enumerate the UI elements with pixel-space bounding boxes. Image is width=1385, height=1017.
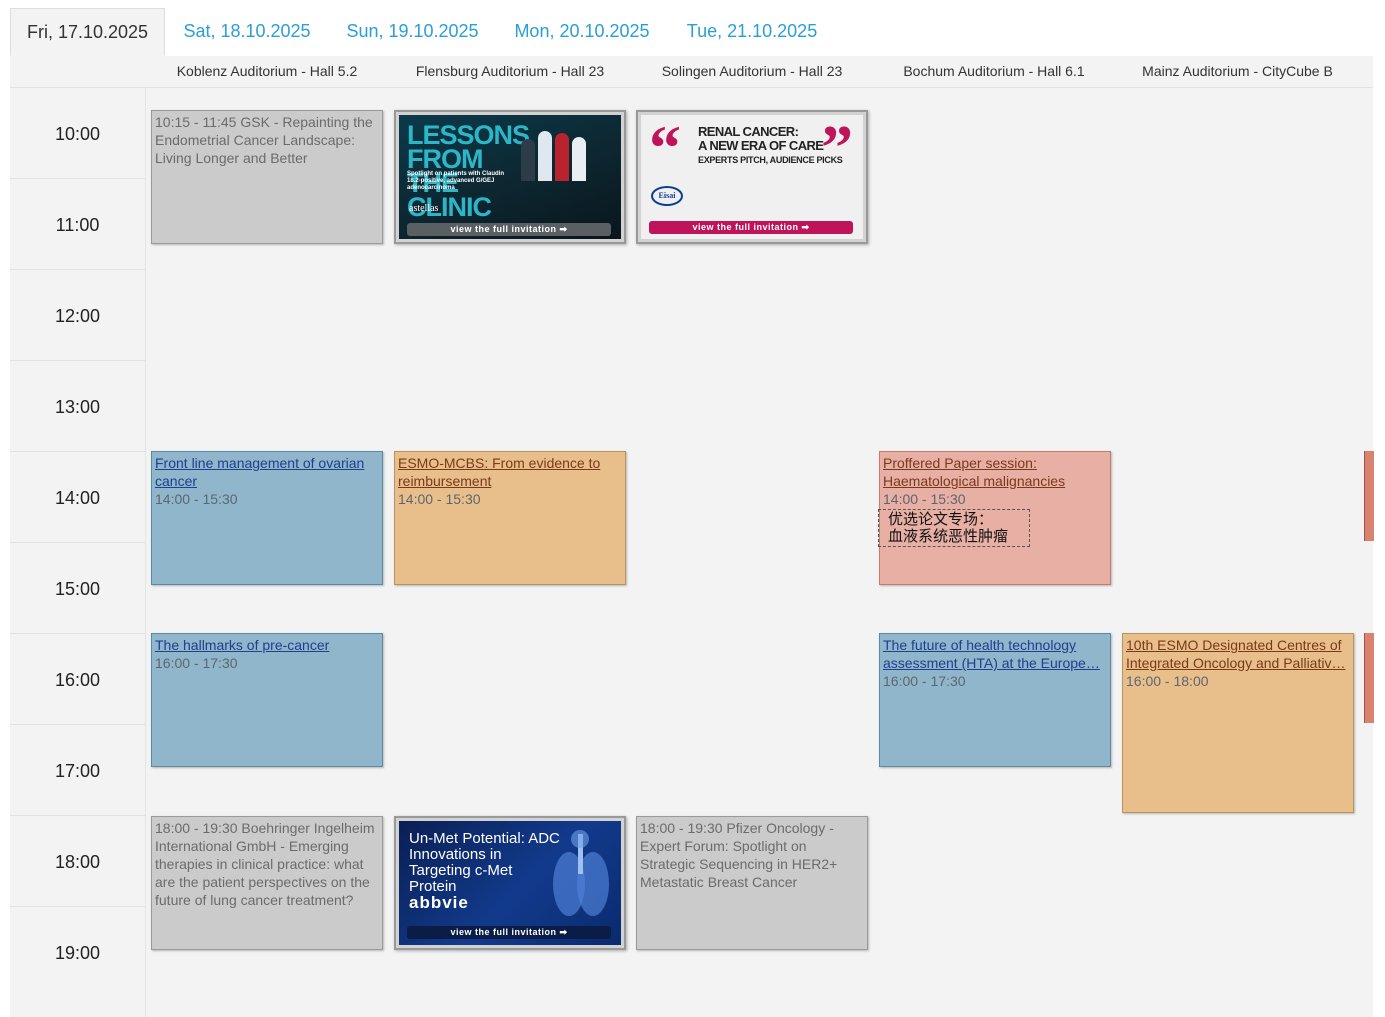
event-boehringer[interactable]: 18:00 - 19:30 Boehringer Ingelheim Inter… bbox=[151, 816, 383, 950]
translation-line2: 血液系统恶性肿瘤 bbox=[888, 527, 1009, 545]
time-label: 13:00 bbox=[54, 397, 101, 417]
event-hta-time: 16:00 - 17:30 bbox=[883, 673, 966, 689]
time-label: 14:00 bbox=[54, 488, 101, 508]
astellas-banner-image: LESSONS FROM THE CLINIC Spotlight on pat… bbox=[399, 115, 621, 239]
translation-line1: 优选论文专场： bbox=[888, 510, 994, 528]
tab-sun[interactable]: Sun, 19.10.2025 bbox=[329, 8, 496, 56]
event-esmo-centres-title-line1[interactable]: 10th ESMO Designated Centres of bbox=[1126, 636, 1350, 654]
event-proffered-time: 14:00 - 15:30 bbox=[883, 491, 966, 507]
time-label: 10:00 bbox=[54, 124, 101, 144]
time-slot: 18:00 bbox=[10, 816, 145, 907]
tab-mon[interactable]: Mon, 20.10.2025 bbox=[496, 8, 668, 56]
time-slot: 19:00 bbox=[10, 907, 145, 998]
event-precancer-title[interactable]: The hallmarks of pre-cancer bbox=[155, 636, 379, 654]
event-partial-right[interactable] bbox=[1364, 451, 1374, 541]
room-header-bochum: Bochum Auditorium - Hall 6.1 bbox=[903, 63, 1085, 79]
event-pfizer-text: 18:00 - 19:30 Pfizer Oncology - Expert F… bbox=[640, 820, 838, 890]
time-slot: 10:00 bbox=[10, 88, 145, 179]
event-astellas-banner[interactable]: LESSONS FROM THE CLINIC Spotlight on pat… bbox=[394, 110, 626, 244]
event-proffered-title[interactable]: Proffered Paper session: Haematological … bbox=[883, 454, 1107, 490]
event-precancer[interactable]: The hallmarks of pre-cancer 16:00 - 17:3… bbox=[151, 633, 383, 767]
event-precancer-time: 16:00 - 17:30 bbox=[155, 655, 238, 671]
quote-close-icon: ” bbox=[821, 115, 853, 183]
event-mcbs-title[interactable]: ESMO-MCBS: From evidence to reimbursemen… bbox=[398, 454, 622, 490]
room-header-mainz: Mainz Auditorium - CityCube B bbox=[1142, 63, 1333, 79]
event-esmo-centres-time: 16:00 - 18:00 bbox=[1126, 673, 1209, 689]
event-hta-title-line1[interactable]: The future of health technology bbox=[883, 636, 1107, 654]
time-label: 18:00 bbox=[54, 852, 101, 872]
translation-annotation: 优选论文专场： 血液系统恶性肿瘤 bbox=[878, 509, 1030, 547]
tab-fri[interactable]: Fri, 17.10.2025 bbox=[10, 8, 165, 56]
time-slot: 16:00 bbox=[10, 634, 145, 725]
quote-open-icon: “ bbox=[649, 115, 681, 183]
day-tabs: Fri, 17.10.2025 Sat, 18.10.2025 Sun, 19.… bbox=[10, 8, 1373, 57]
event-pfizer[interactable]: 18:00 - 19:30 Pfizer Oncology - Expert F… bbox=[636, 816, 868, 950]
astellas-cta: view the full invitation bbox=[450, 224, 557, 234]
event-hta-title-line2[interactable]: assessment (HTA) at the Europe… bbox=[883, 654, 1107, 672]
room-header-solingen: Solingen Auditorium - Hall 23 bbox=[661, 63, 843, 79]
eisai-logo: Eisai bbox=[651, 186, 683, 206]
room-header-flensburg: Flensburg Auditorium - Hall 23 bbox=[415, 63, 605, 79]
event-mcbs-time: 14:00 - 15:30 bbox=[398, 491, 481, 507]
abbvie-cta: view the full invitation bbox=[450, 927, 557, 937]
time-slot: 17:00 bbox=[10, 725, 145, 816]
time-column: 10:00 11:00 12:00 13:00 14:00 15:00 16:0… bbox=[10, 88, 146, 1017]
abbvie-logo: abbvie bbox=[409, 893, 469, 912]
event-mcbs[interactable]: ESMO-MCBS: From evidence to reimbursemen… bbox=[394, 451, 626, 585]
event-esmo-centres-title-line2[interactable]: Integrated Oncology and Palliativ… bbox=[1126, 654, 1350, 672]
tab-sat[interactable]: Sat, 18.10.2025 bbox=[165, 8, 329, 56]
time-label: 11:00 bbox=[55, 215, 100, 235]
time-label: 12:00 bbox=[54, 306, 101, 326]
eisai-cta: view the full invitation bbox=[692, 222, 799, 232]
time-label: 19:00 bbox=[54, 943, 101, 963]
header-divider bbox=[10, 87, 1373, 88]
time-slot: 11:00 bbox=[10, 179, 145, 270]
event-gsk-text: 10:15 - 11:45 GSK - Repainting the Endom… bbox=[155, 114, 373, 166]
abbvie-banner-image: Un-Met Potential: ADC Innovations in Tar… bbox=[399, 821, 621, 945]
time-slot: 13:00 bbox=[10, 361, 145, 452]
event-ovarian[interactable]: Front line management of ovarian cancer … bbox=[151, 451, 383, 585]
room-header-koblenz: Koblenz Auditorium - Hall 5.2 bbox=[176, 63, 358, 79]
event-hta[interactable]: The future of health technology assessme… bbox=[879, 633, 1111, 767]
abbvie-invite-button[interactable]: view the full invitation ➡ bbox=[407, 926, 611, 939]
astellas-invite-button[interactable]: view the full invitation ➡ bbox=[407, 223, 611, 236]
clinician-figures bbox=[521, 127, 591, 181]
event-partial-right[interactable] bbox=[1364, 633, 1374, 723]
time-label: 17:00 bbox=[54, 761, 101, 781]
eisai-title-line1: RENAL CANCER: bbox=[698, 124, 799, 139]
astellas-logo: astellas bbox=[409, 203, 439, 214]
event-esmo-centres[interactable]: 10th ESMO Designated Centres of Integrat… bbox=[1122, 633, 1354, 813]
event-eisai-banner[interactable]: “ RENAL CANCER: A NEW ERA OF CARE EXPERT… bbox=[636, 110, 868, 244]
abbvie-title: Un-Met Potential: ADC Innovations in Tar… bbox=[409, 830, 560, 895]
time-slot: 14:00 bbox=[10, 452, 145, 543]
eisai-invite-button[interactable]: view the full invitation ➡ bbox=[649, 221, 853, 234]
time-label: 15:00 bbox=[54, 579, 101, 599]
eisai-banner-image: “ RENAL CANCER: A NEW ERA OF CARE EXPERT… bbox=[641, 115, 863, 239]
time-label: 16:00 bbox=[54, 670, 101, 690]
astellas-subtitle: Spotlight on patients with Claudin 18.2-… bbox=[407, 171, 504, 191]
event-abbvie-banner[interactable]: Un-Met Potential: ADC Innovations in Tar… bbox=[394, 816, 626, 950]
eisai-title-line2: A NEW ERA OF CARE bbox=[698, 138, 824, 153]
time-slot: 15:00 bbox=[10, 543, 145, 634]
event-gsk[interactable]: 10:15 - 11:45 GSK - Repainting the Endom… bbox=[151, 110, 383, 244]
event-ovarian-time: 14:00 - 15:30 bbox=[155, 491, 238, 507]
event-ovarian-title[interactable]: Front line management of ovarian cancer bbox=[155, 454, 379, 490]
event-boehringer-text: 18:00 - 19:30 Boehringer Ingelheim Inter… bbox=[155, 820, 375, 908]
time-slot: 12:00 bbox=[10, 270, 145, 361]
tab-tue[interactable]: Tue, 21.10.2025 bbox=[668, 8, 836, 56]
